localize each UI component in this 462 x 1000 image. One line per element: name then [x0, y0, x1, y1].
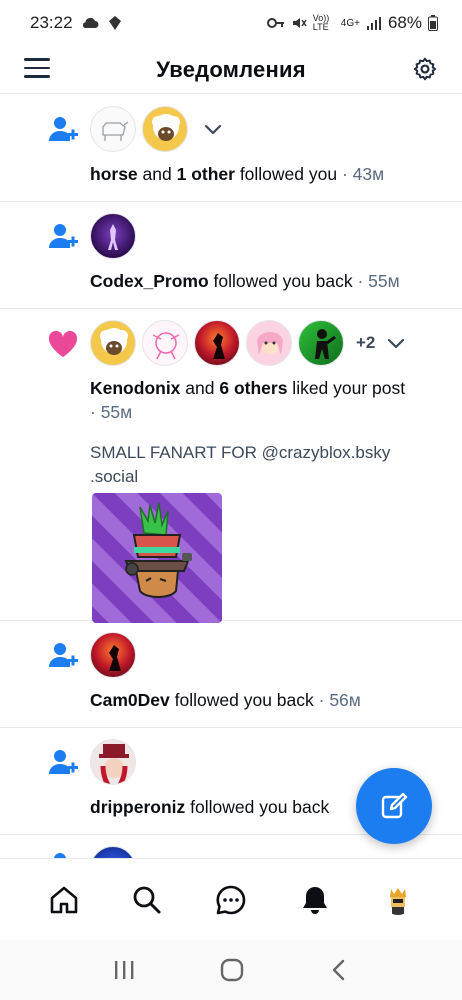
battery-percent: 68%: [387, 13, 422, 32]
avatar-sheep[interactable]: [142, 106, 188, 152]
avatar-pink-sketch[interactable]: [142, 320, 188, 366]
notification-item[interactable]: Codex_Promo followed you back · 55м: [0, 202, 462, 309]
chat-icon: [216, 885, 246, 914]
avatar-stack[interactable]: [90, 846, 136, 858]
person-plus-icon: [46, 113, 80, 147]
mute-icon: [292, 18, 307, 28]
bottom-nav: [0, 858, 462, 940]
avatar-stack[interactable]: +2: [90, 320, 407, 366]
chevron-down-icon[interactable]: [385, 332, 407, 354]
recents-icon[interactable]: [112, 959, 136, 981]
person-plus-icon: [46, 639, 80, 673]
back-icon[interactable]: [328, 958, 350, 982]
battery-icon: [428, 15, 438, 31]
compose-icon: [381, 792, 408, 819]
avatar-codex-promo[interactable]: [90, 213, 136, 259]
home-icon: [50, 886, 78, 913]
others-count[interactable]: 6 others: [219, 378, 287, 398]
clock: 23:22: [30, 13, 73, 32]
actor-name[interactable]: Codex_Promo: [90, 271, 209, 291]
menu-button[interactable]: [24, 58, 50, 78]
avatar-horse[interactable]: [90, 106, 136, 152]
notification-text: Kenodonix and 6 others liked your post · …: [90, 378, 406, 422]
avatar-cam0dev[interactable]: [90, 632, 136, 678]
notification-text: Codex_Promo followed you back · 55м: [90, 271, 400, 291]
timestamp: · 43м: [337, 164, 385, 184]
home-circle-icon[interactable]: [219, 957, 245, 983]
network-4g-label: 4G+: [340, 17, 360, 29]
location-check-icon: [108, 16, 121, 30]
nav-home[interactable]: [42, 878, 86, 922]
others-count[interactable]: 1 other: [177, 164, 235, 184]
avatar-stack[interactable]: [90, 106, 224, 152]
avatar-stack[interactable]: [90, 739, 136, 785]
timestamp: · 55м: [352, 271, 400, 291]
notification-text: horse and 1 other followed you · 43м: [90, 164, 385, 184]
actor-name[interactable]: dripperoniz: [90, 797, 185, 817]
app-header: Уведомления: [0, 46, 462, 94]
nav-profile[interactable]: [376, 878, 420, 922]
person-plus-icon: [46, 220, 80, 254]
avatar-red-sunset[interactable]: [194, 320, 240, 366]
more-count[interactable]: +2: [356, 333, 375, 353]
bell-icon: [302, 886, 327, 914]
timestamp: · 56м: [313, 690, 361, 710]
actor-name[interactable]: Kenodonix: [90, 378, 180, 398]
search-icon: [133, 886, 161, 913]
key-icon: [266, 18, 284, 28]
timestamp: · 55м: [90, 402, 133, 422]
compose-button[interactable]: [356, 768, 432, 844]
settings-gear-icon[interactable]: [412, 56, 438, 82]
person-plus-icon: [46, 849, 80, 858]
avatar-blue[interactable]: [90, 846, 136, 858]
chevron-down-icon[interactable]: [202, 118, 224, 140]
notifications-feed[interactable]: horse and 1 other followed you · 43м Cod…: [0, 95, 462, 858]
nav-notifications[interactable]: [293, 878, 337, 922]
notification-item[interactable]: horse and 1 other followed you · 43м: [0, 95, 462, 202]
heart-icon: [46, 327, 80, 361]
system-nav-bar: [0, 940, 462, 1000]
avatar-green-figure[interactable]: [298, 320, 344, 366]
notification-item[interactable]: Cam0Dev followed you back · 56м: [0, 621, 462, 728]
nav-chat[interactable]: [209, 878, 253, 922]
menu-icon: [24, 58, 50, 61]
avatar-stack[interactable]: [90, 632, 136, 678]
profile-avatar: [383, 884, 414, 915]
avatar-dripperoniz[interactable]: [90, 739, 136, 785]
cloud-icon: [82, 17, 99, 28]
status-bar: 23:22 Vo)) LTE 4G+ 68%: [0, 0, 462, 46]
nav-search[interactable]: [125, 878, 169, 922]
notification-item[interactable]: +2 Kenodonix and 6 others liked your pos…: [0, 309, 462, 623]
signal-icon: [366, 17, 381, 30]
person-plus-icon: [46, 746, 80, 780]
actor-name[interactable]: Cam0Dev: [90, 690, 170, 710]
post-preview-text[interactable]: SMALL FANART FOR @crazyblox.bsky .social: [90, 441, 438, 489]
avatar-kenodonix[interactable]: [90, 320, 136, 366]
avatar-pink-girl[interactable]: [246, 320, 292, 366]
avatar-stack[interactable]: [90, 213, 136, 259]
post-image[interactable]: [92, 493, 222, 623]
volte-label: Vo)) LTE: [312, 13, 330, 32]
actor-name[interactable]: horse: [90, 164, 138, 184]
page-title: Уведомления: [156, 56, 306, 82]
notification-text: Cam0Dev followed you back · 56м: [90, 690, 361, 710]
